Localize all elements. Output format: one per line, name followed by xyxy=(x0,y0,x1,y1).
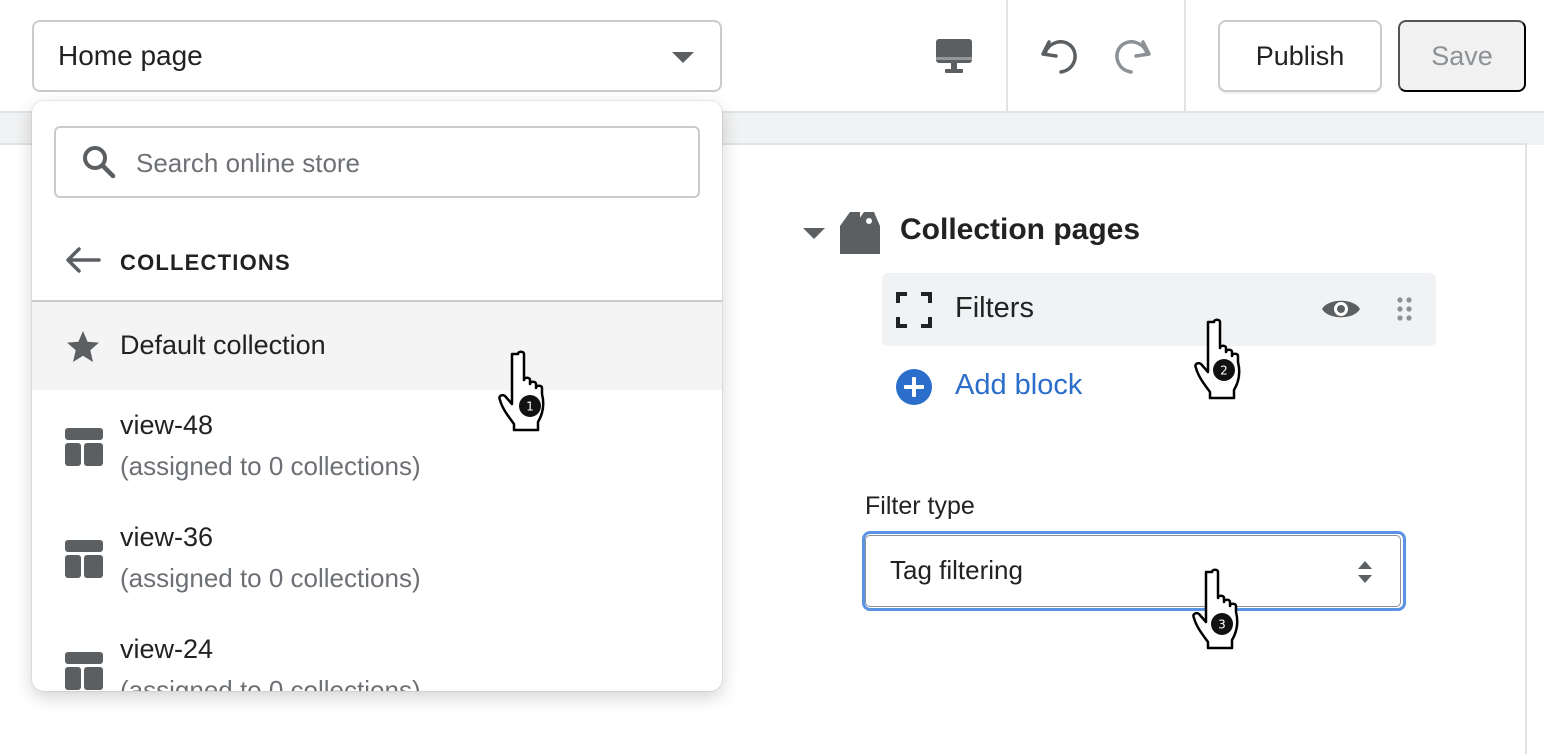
redo-icon[interactable] xyxy=(1106,30,1158,80)
desktop-icon[interactable] xyxy=(930,34,978,78)
page-picker-dropdown: Search online store COLLECTIONS Default … xyxy=(32,101,722,691)
back-to-collections[interactable]: COLLECTIONS xyxy=(120,250,291,276)
chevron-down-icon xyxy=(672,52,694,63)
select-arrows-icon xyxy=(1355,558,1375,591)
undo-icon[interactable] xyxy=(1034,30,1086,80)
collapse-caret-icon[interactable] xyxy=(803,228,825,239)
pointer-cursor-3: 3 xyxy=(1188,568,1252,652)
filter-type-label: Filter type xyxy=(865,492,975,520)
pointer-cursor-1: 1 xyxy=(494,350,558,434)
cursor-step-number: 3 xyxy=(1218,618,1226,632)
list-item-sublabel: (assigned to 0 collections) xyxy=(120,563,421,593)
filter-type-value: Tag filtering xyxy=(890,555,1023,585)
template-icon xyxy=(65,652,103,690)
block-frame-icon xyxy=(896,292,932,328)
top-bar: Home page Publish Save xyxy=(0,0,1544,113)
template-icon xyxy=(65,428,103,466)
eye-icon[interactable] xyxy=(1320,294,1362,324)
toolbar-divider xyxy=(1006,0,1008,112)
drag-handle-icon[interactable] xyxy=(1396,296,1414,324)
page-select[interactable]: Home page xyxy=(32,20,722,92)
page-select-value: Home page xyxy=(58,40,203,71)
search-placeholder: Search online store xyxy=(136,148,361,178)
block-label: Filters xyxy=(955,292,1034,324)
list-item-label[interactable]: view-36 xyxy=(120,522,213,553)
template-icon xyxy=(65,540,103,578)
cursor-step-number: 1 xyxy=(526,400,534,414)
save-button[interactable]: Save xyxy=(1398,20,1526,92)
list-item-label: Default collection xyxy=(120,330,326,360)
add-circle-icon[interactable] xyxy=(895,368,933,406)
list-item-label[interactable]: view-48 xyxy=(120,410,213,441)
list-item-label[interactable]: view-24 xyxy=(120,634,213,665)
cursor-step-number: 2 xyxy=(1220,364,1228,378)
search-icon xyxy=(81,144,117,180)
publish-button[interactable]: Publish xyxy=(1218,20,1382,92)
pointer-cursor-2: 2 xyxy=(1190,318,1254,402)
add-block-link[interactable]: Add block xyxy=(955,369,1082,402)
section-title: Collection pages xyxy=(900,213,1141,246)
list-item-sublabel: (assigned to 0 collections) xyxy=(120,675,421,691)
back-arrow-icon[interactable] xyxy=(65,246,101,274)
star-icon xyxy=(65,329,101,365)
collection-tag-icon xyxy=(836,208,882,256)
list-item-sublabel: (assigned to 0 collections) xyxy=(120,451,421,481)
toolbar-divider xyxy=(1184,0,1186,112)
